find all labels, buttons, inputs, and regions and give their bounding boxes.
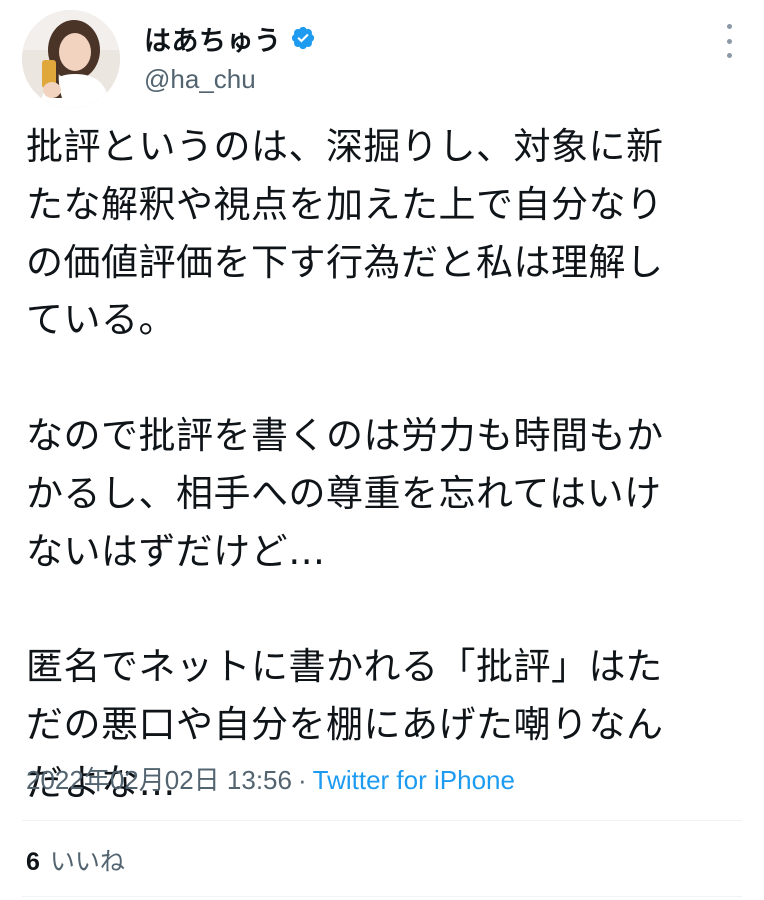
likes-stat[interactable]: 6 いいね — [26, 842, 125, 878]
more-dot — [726, 38, 732, 44]
tweet-paragraph: なので批評を書くのは労力も時間もか かるし、相手への尊重を忘れてはいけ ないはず… — [26, 413, 664, 573]
meta-separator: · — [297, 765, 307, 795]
user-handle[interactable]: @ha_chu — [144, 64, 316, 95]
likes-count: 6 — [26, 848, 40, 876]
tweet-paragraph: 批評というのは、深掘りし、対象に新 たな解釈や視点を加えた上で自分なり の価値評… — [26, 125, 664, 342]
more-dot — [726, 24, 732, 29]
tweet-card: はあちゅう @ha_chu 批評というのは、深掘りし、対象に新 たな解釈や視点を… — [0, 0, 764, 900]
tweet-text: 批評というのは、深掘りし、対象に新 たな解釈や視点を加えた上で自分なり の価値評… — [26, 118, 738, 812]
tweet-source-link[interactable]: Twitter for iPhone — [313, 765, 515, 795]
display-name[interactable]: はあちゅう — [144, 19, 282, 58]
verified-badge-icon — [290, 25, 316, 51]
likes-label: いいね — [49, 847, 125, 876]
divider-top — [22, 820, 742, 821]
avatar-image — [22, 10, 120, 108]
more-options-icon[interactable] — [722, 24, 736, 58]
avatar[interactable] — [22, 10, 120, 108]
tweet-meta: 2022年02月02日 13:56 · Twitter for iPhone — [26, 760, 515, 797]
display-name-row: はあちゅう — [144, 18, 316, 58]
tweet-timestamp[interactable]: 2022年02月02日 13:56 — [26, 765, 292, 795]
tweet-header: はあちゅう @ha_chu — [22, 10, 742, 110]
more-dot — [726, 53, 732, 58]
user-names: はあちゅう @ha_chu — [144, 18, 316, 95]
divider-bottom — [22, 896, 742, 897]
